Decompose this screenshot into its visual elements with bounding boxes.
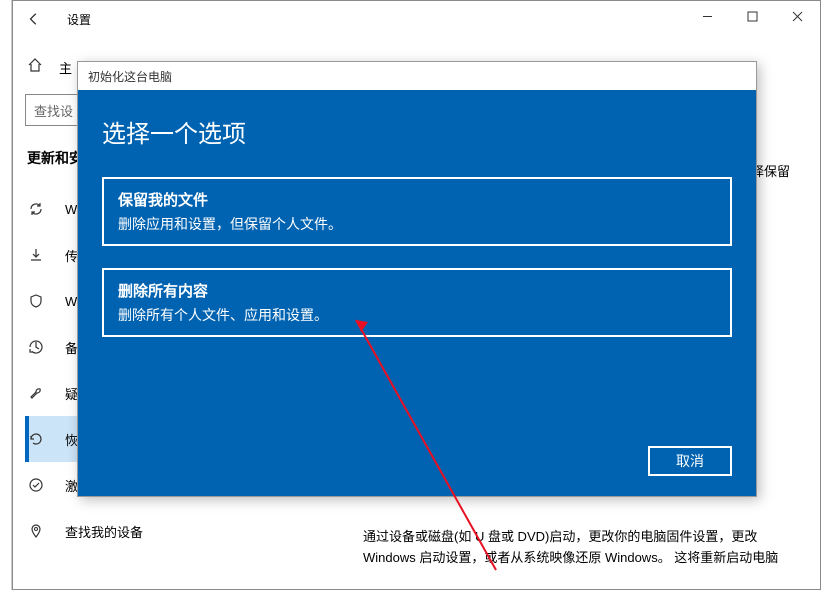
home-label: 主 — [59, 58, 72, 77]
reset-pc-dialog: 初始化这台电脑 选择一个选项 保留我的文件 删除应用和设置，但保留个人文件。 删… — [77, 61, 757, 497]
cancel-label: 取消 — [676, 451, 704, 471]
option-remove-all[interactable]: 删除所有内容 删除所有个人文件、应用和设置。 — [102, 268, 732, 337]
maximize-button[interactable] — [730, 1, 775, 31]
dialog-heading: 选择一个选项 — [102, 114, 732, 149]
sync-icon — [27, 201, 45, 217]
option-title: 删除所有内容 — [118, 280, 716, 301]
nav-label: 查找我的设备 — [65, 522, 143, 541]
option-title: 保留我的文件 — [118, 189, 716, 210]
option-keep-files[interactable]: 保留我的文件 删除应用和设置，但保留个人文件。 — [102, 177, 732, 246]
truncated-left-strip — [0, 0, 12, 590]
location-icon — [27, 523, 45, 539]
history-icon — [27, 339, 45, 355]
titlebar: 设置 — [13, 1, 820, 37]
back-icon[interactable] — [23, 8, 45, 30]
dialog-body: 选择一个选项 保留我的文件 删除应用和设置，但保留个人文件。 删除所有内容 删除… — [78, 90, 756, 496]
cancel-button[interactable]: 取消 — [648, 446, 732, 476]
minimize-button[interactable] — [685, 1, 730, 31]
download-icon — [27, 247, 45, 263]
close-button[interactable] — [775, 1, 820, 31]
home-icon — [27, 57, 45, 78]
option-desc: 删除应用和设置，但保留个人文件。 — [118, 214, 716, 234]
wrench-icon — [27, 385, 45, 401]
recovery-icon — [27, 431, 45, 447]
check-icon — [27, 477, 45, 493]
search-placeholder: 查找设 — [34, 101, 73, 120]
nav-item-find-device[interactable]: 查找我的设备 — [25, 508, 333, 554]
window-controls — [685, 1, 820, 31]
advanced-startup-text: 通过设备或磁盘(如 U 盘或 DVD)启动，更改你的电脑固件设置，更改 Wind… — [363, 527, 790, 569]
shield-icon — [27, 293, 45, 309]
window-title: 设置 — [67, 11, 91, 28]
option-desc: 删除所有个人文件、应用和设置。 — [118, 305, 716, 325]
dialog-titlebar: 初始化这台电脑 — [78, 62, 756, 90]
